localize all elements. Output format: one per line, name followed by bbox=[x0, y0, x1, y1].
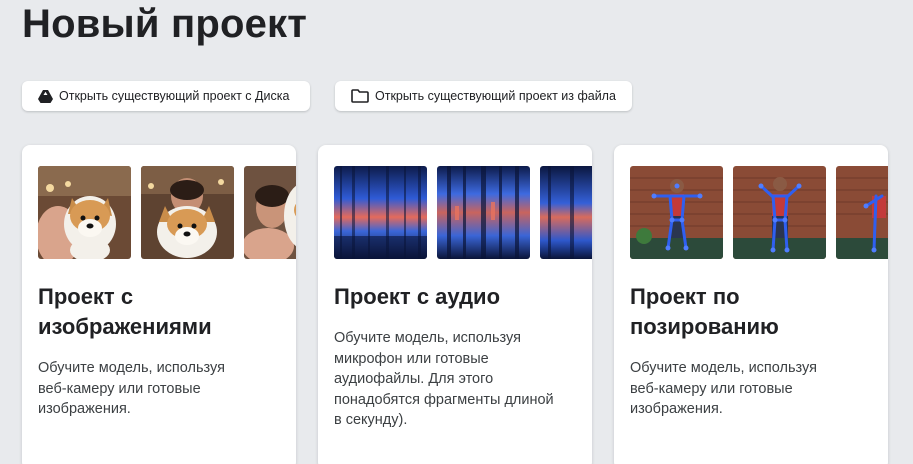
audio-project-thumbnails bbox=[334, 166, 592, 259]
open-from-file-button[interactable]: Открыть существующий проект из файла bbox=[335, 81, 632, 111]
plush-dog-photo bbox=[141, 166, 234, 259]
spectrogram-image bbox=[334, 166, 427, 259]
card-title: Проект с аудио bbox=[334, 284, 501, 309]
open-from-drive-label: Открыть существующий проект с Диска bbox=[59, 89, 290, 103]
pose-project-card[interactable]: Проект по позированию Обучите модель, ис… bbox=[614, 145, 888, 464]
spectrogram-image bbox=[437, 166, 530, 259]
open-from-file-label: Открыть существующий проект из файла bbox=[375, 89, 616, 103]
image-project-thumbnails bbox=[38, 166, 296, 259]
card-description: Обучите модель, используя веб-камеру или… bbox=[630, 360, 817, 417]
google-drive-icon bbox=[38, 89, 53, 103]
pose-skeleton-photo bbox=[630, 166, 723, 259]
card-title: Проект по позированию bbox=[630, 284, 779, 339]
card-title: Проект с изображениями bbox=[38, 284, 212, 339]
pose-project-thumbnails bbox=[630, 166, 888, 259]
plush-dog-photo bbox=[244, 166, 296, 259]
pose-skeleton-photo bbox=[733, 166, 826, 259]
spectrogram-image bbox=[540, 166, 592, 259]
card-description: Обучите модель, используя микрофон или г… bbox=[334, 330, 554, 428]
page-title: Новый проект bbox=[22, 2, 308, 46]
open-from-drive-button[interactable]: Открыть существующий проект с Диска bbox=[22, 81, 310, 111]
image-project-card[interactable]: Проект с изображениями Обучите модель, и… bbox=[22, 145, 296, 464]
card-description: Обучите модель, используя веб-камеру или… bbox=[38, 360, 225, 417]
plush-dog-photo bbox=[38, 166, 131, 259]
audio-project-card[interactable]: Проект с аудио Обучите модель, используя… bbox=[318, 145, 592, 464]
pose-skeleton-photo bbox=[836, 166, 888, 259]
folder-icon bbox=[351, 89, 369, 103]
